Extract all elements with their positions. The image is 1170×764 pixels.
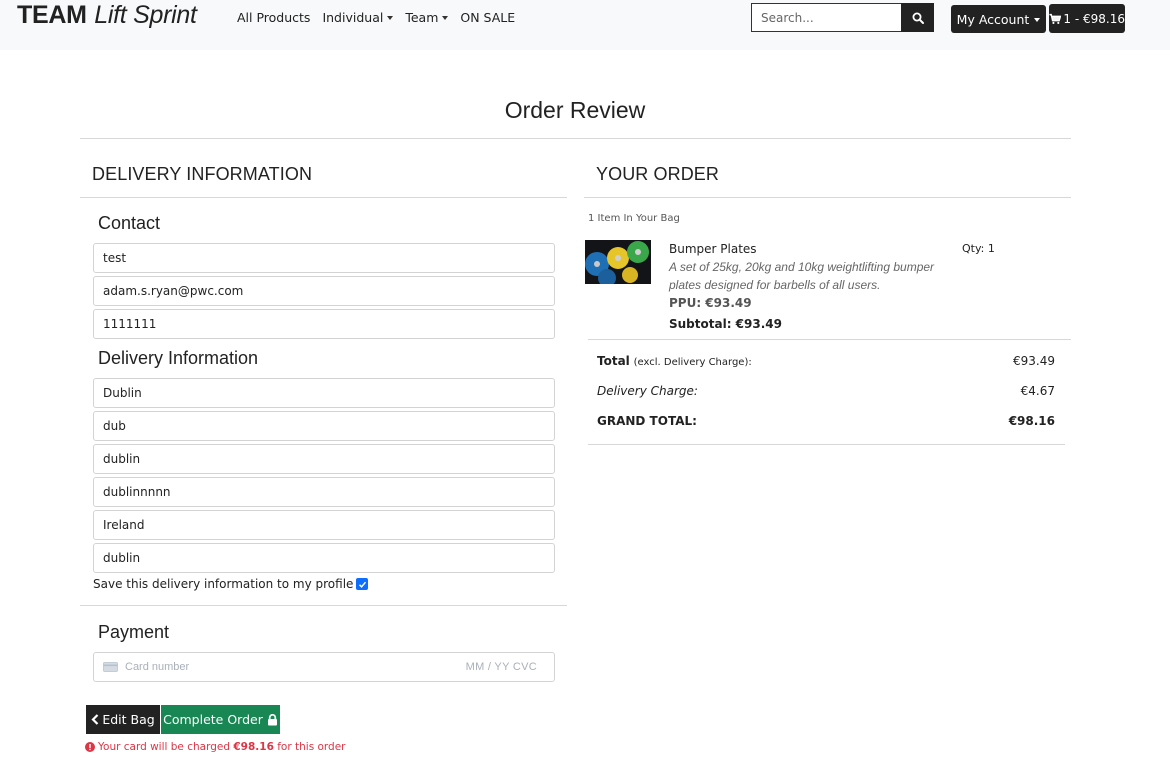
save-info-row: Save this delivery information to my pro… xyxy=(93,577,369,591)
main-nav: All Products Individual Team ON SALE xyxy=(237,10,515,25)
nav-individual-label: Individual xyxy=(322,10,384,25)
bumper-plates-image xyxy=(585,240,651,284)
save-info-label: Save this delivery information to my pro… xyxy=(93,577,354,591)
caret-down-icon xyxy=(1034,17,1041,22)
county-field[interactable] xyxy=(93,477,555,507)
total-note: (excl. Delivery Charge): xyxy=(633,357,752,368)
delivery-charge-label: Delivery Charge: xyxy=(597,384,698,398)
checkmark-icon xyxy=(358,581,367,588)
street-address2-field[interactable] xyxy=(93,411,555,441)
my-account-button[interactable]: My Account xyxy=(951,5,1046,33)
product-description: A set of 25kg, 20kg and 10kg weightlifti… xyxy=(669,260,935,292)
complete-order-button[interactable]: Complete Order xyxy=(161,705,280,734)
items-count: 1 Item In Your Bag xyxy=(588,213,680,224)
top-navbar: TEAM Lift Sprint All Products Individual… xyxy=(0,0,1170,50)
nav-on-sale-label: ON SALE xyxy=(460,10,516,25)
delivery-charge-value: €4.67 xyxy=(1020,384,1055,398)
brand-italic-text: Lift Sprint xyxy=(94,1,197,29)
total-label: Total xyxy=(597,354,630,368)
summary-bottom-divider xyxy=(588,444,1065,445)
product-name: Bumper Plates xyxy=(669,242,757,256)
lock-icon xyxy=(267,713,277,725)
complete-order-label: Complete Order xyxy=(163,712,263,727)
product-subtotal: Subtotal: €93.49 xyxy=(669,317,782,331)
cart-icon xyxy=(1049,13,1062,24)
search-input[interactable] xyxy=(751,3,902,32)
page-title: Order Review xyxy=(504,97,646,123)
search-icon xyxy=(912,12,924,24)
grand-total-label: GRAND TOTAL: xyxy=(597,414,697,428)
postcode-field[interactable] xyxy=(93,543,555,573)
street-address1-field[interactable] xyxy=(93,378,555,408)
nav-team-dropdown[interactable]: Team xyxy=(405,10,449,25)
order-divider xyxy=(584,197,1071,198)
caret-down-icon xyxy=(442,16,449,20)
your-order-heading: YOUR ORDER xyxy=(596,164,720,184)
product-image xyxy=(585,240,651,284)
charge-amount: €98.16 xyxy=(233,741,274,753)
bag-total-label: 1 - €98.16 xyxy=(1063,11,1125,26)
town-city-field[interactable] xyxy=(93,444,555,474)
shopping-bag-button[interactable]: 1 - €98.16 xyxy=(1049,4,1125,33)
card-expiry-cvc-placeholder: MM / YY CVC xyxy=(465,661,537,673)
save-info-checkbox[interactable] xyxy=(356,578,369,590)
delivery-divider xyxy=(80,197,567,198)
product-quantity: Qty: 1 xyxy=(962,242,995,255)
total-label-row: Total (excl. Delivery Charge): xyxy=(597,354,752,368)
brand-logo[interactable]: TEAM Lift Sprint xyxy=(17,0,197,30)
charge-notice: Your card will be charged €98.16 for thi… xyxy=(85,741,346,753)
exclamation-circle-icon xyxy=(85,742,95,752)
title-divider xyxy=(80,138,1071,139)
nav-on-sale[interactable]: ON SALE xyxy=(460,10,515,25)
nav-individual-dropdown[interactable]: Individual xyxy=(322,10,394,25)
caret-down-icon xyxy=(387,16,394,20)
full-name-field[interactable] xyxy=(93,243,555,273)
edit-bag-button[interactable]: Edit Bag xyxy=(86,705,160,734)
nav-all-products[interactable]: All Products xyxy=(237,10,310,25)
nav-all-products-label: All Products xyxy=(237,10,311,25)
summary-divider xyxy=(588,339,1071,340)
brand-bold-text: TEAM xyxy=(17,1,87,29)
phone-field[interactable] xyxy=(93,309,555,339)
card-number-input[interactable]: Card number MM / YY CVC xyxy=(93,652,555,682)
contact-heading: Contact xyxy=(98,213,161,233)
my-account-label: My Account xyxy=(956,11,1030,27)
search-button[interactable] xyxy=(901,3,934,32)
email-field[interactable] xyxy=(93,276,555,306)
payment-heading: Payment xyxy=(98,622,170,642)
grand-total-value: €98.16 xyxy=(1008,414,1055,428)
edit-bag-label: Edit Bag xyxy=(102,712,155,727)
chevron-left-icon xyxy=(91,714,99,725)
charge-prefix: Your card will be charged xyxy=(98,741,234,753)
charge-suffix: for this order xyxy=(273,741,346,753)
country-select[interactable] xyxy=(93,510,555,540)
card-number-placeholder: Card number xyxy=(125,661,190,673)
payment-divider xyxy=(80,605,567,606)
total-value: €93.49 xyxy=(1013,354,1055,368)
product-ppu: PPU: €93.49 xyxy=(669,296,752,310)
delivery-address-heading: Delivery Information xyxy=(98,348,259,368)
nav-team-label: Team xyxy=(405,10,439,25)
delivery-info-heading: DELIVERY INFORMATION xyxy=(92,164,313,184)
card-icon xyxy=(103,662,118,672)
